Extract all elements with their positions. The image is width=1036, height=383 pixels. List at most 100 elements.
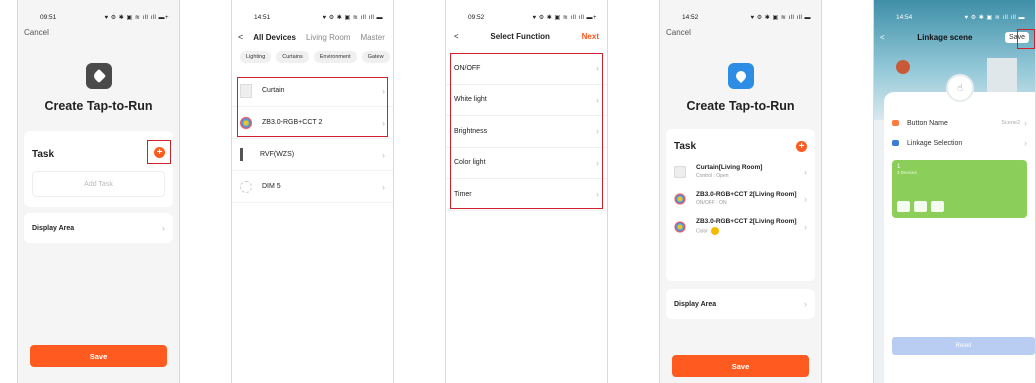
chip-gateway[interactable]: Gatew [361,51,390,63]
status-time: 14:51 [254,13,271,21]
scene-card-subtitle: 3 Devices [897,170,917,175]
task-name: Curtain[Living Room] [696,164,763,171]
scene-device-icons [897,201,944,212]
task-detail: Control : Open [696,173,729,179]
tab-living-room[interactable]: Living Room [306,33,350,42]
status-time: 09:52 [468,13,485,21]
status-bar: 14:54 ♥ ⚙ ✱ ▣ ≋ ıll ıll ▬ [874,8,1035,26]
device-name: DIM 5 [262,183,281,190]
scene-panel: Button Name Scene2 › Linkage Selection ›… [884,92,1035,383]
task-card: Task + Add Task [24,131,173,207]
back-icon[interactable]: < [238,32,243,42]
task-label: Task [674,141,697,152]
button-name-row[interactable]: Button Name Scene2 › [884,114,1035,132]
task-detail: Color [696,228,708,235]
status-time: 14:52 [682,13,699,21]
status-time: 09:51 [40,13,57,21]
task-name: ZB3.0-RGB+CCT 2[Living Room] [696,191,797,198]
chevron-right-icon: › [382,181,385,192]
rgb-light-icon [914,201,927,212]
chevron-right-icon: › [804,166,807,177]
status-bar: 09:52 ♥ ⚙ ✱ ▣ ≋ ıll ıll ▬+ [446,8,607,26]
display-area-label: Display Area [674,300,717,308]
header: < Select Function Next [446,32,607,41]
linkage-selection-row[interactable]: Linkage Selection › [884,134,1035,152]
save-button[interactable]: Save [30,345,167,367]
task-item[interactable]: ZB3.0-RGB+CCT 2[Living Room] ON/OFF : ON … [674,191,807,206]
status-icons: ♥ ⚙ ✱ ▣ ≋ ıll ıll ▬ [750,14,811,21]
rgb-light-icon [674,192,686,205]
chevron-right-icon: › [1024,118,1027,128]
next-button[interactable]: Next [582,32,599,41]
status-bar: 14:51 ♥ ⚙ ✱ ▣ ≋ ıll ıll ▬ [232,8,393,26]
tap-hand-icon: ☝ [946,74,974,102]
header: < Linkage scene Save [874,30,1035,44]
page-title: Linkage scene [917,32,973,42]
add-task-plus-icon[interactable]: + [796,141,807,152]
task-detail: ON/OFF : ON [696,200,727,206]
color-swatch-icon [711,227,720,235]
add-task-button[interactable]: Add Task [32,171,165,197]
room-tabs: < All Devices Living Room Master [232,32,393,42]
task-card: Task + Curtain[Living Room] Control : Ope… [666,129,815,281]
task-item[interactable]: ZB3.0-RGB+CCT 2[Living Room] Color › [674,218,807,235]
highlight-box [450,53,603,209]
page-title: Create Tap-to-Run [686,99,795,113]
lamp-illustration [896,60,910,74]
screenshot-strip: 09:51 ♥ ⚙ ✱ ▣ ≋ ıll ıll ▬+ Cancel Create… [0,0,1036,383]
scene-card[interactable]: 1 3 Devices [892,160,1027,218]
button-name-icon [892,120,899,126]
phone-linkage-scene: 14:54 ♥ ⚙ ✱ ▣ ≋ ıll ıll ▬ < Linkage scen… [873,0,1036,383]
display-area-label: Display Area [32,224,75,232]
chevron-right-icon: › [1024,138,1027,148]
task-name: ZB3.0-RGB+CCT 2[Living Room] [696,218,797,225]
highlight-box [1017,29,1035,49]
reset-button[interactable]: Reset [892,337,1035,355]
device-name: RVF(WZS) [260,151,295,158]
phone-create-tap-to-run: 09:51 ♥ ⚙ ✱ ▣ ≋ ıll ıll ▬+ Cancel Create… [17,0,180,383]
phone-select-function: 09:52 ♥ ⚙ ✱ ▣ ≋ ıll ıll ▬+ < Select Func… [445,0,608,383]
chevron-right-icon: › [382,149,385,160]
status-icons: ♥ ⚙ ✱ ▣ ≋ ıll ıll ▬+ [532,14,597,21]
back-icon[interactable]: < [454,32,459,41]
tag-icon [85,63,112,89]
chevron-right-icon: › [804,221,807,232]
page-title: Create Tap-to-Run [44,99,153,113]
status-icons: ♥ ⚙ ✱ ▣ ≋ ıll ıll ▬ [964,14,1025,21]
location-icon [727,63,754,89]
task-label: Task [32,149,55,160]
rgb-light-icon [674,220,686,233]
chevron-right-icon: › [804,193,807,204]
curtain-icon [897,201,910,212]
function-list: ON/OFF › White light › Brightness › Colo… [446,53,607,211]
tab-master[interactable]: Master [360,33,384,42]
status-icons: ♥ ⚙ ✱ ▣ ≋ ıll ıll ▬ [322,14,383,21]
cancel-button[interactable]: Cancel [18,28,179,37]
chip-curtains[interactable]: Curtains [276,51,309,63]
display-area-row[interactable]: Display Area › [666,289,815,319]
curtain-icon [674,165,686,178]
chip-lighting[interactable]: Lighting [240,51,272,63]
phone-device-list: 14:51 ♥ ⚙ ✱ ▣ ≋ ıll ıll ▬ < All Devices … [231,0,394,383]
linkage-selection-label: Linkage Selection [907,139,963,147]
display-area-row[interactable]: Display Area › [24,213,173,243]
linkage-icon [892,140,899,146]
device-row-dim[interactable]: DIM 5 › [232,171,393,203]
chip-environment[interactable]: Environment [313,51,357,63]
status-icons: ♥ ⚙ ✱ ▣ ≋ ıll ıll ▬+ [104,14,169,21]
chevron-right-icon: › [162,223,165,233]
tab-all-devices[interactable]: All Devices [253,33,296,42]
device-list: Curtain › ZB3.0-RGB+CCT 2 › RVF(WZS) › D… [232,75,393,203]
save-button[interactable]: Save [672,355,809,377]
task-item[interactable]: Curtain[Living Room] Control : Open › [674,164,807,179]
cancel-button[interactable]: Cancel [660,28,821,37]
device-row-rvf[interactable]: RVF(WZS) › [232,139,393,171]
page-title: Select Function [490,32,550,41]
rgb-light-icon [931,201,944,212]
phone-create-tap-to-run-filled: 14:52 ♥ ⚙ ✱ ▣ ≋ ıll ıll ▬ Cancel Create … [659,0,822,383]
status-time: 14:54 [896,13,913,21]
dimmer-icon [240,180,252,193]
status-bar: 09:51 ♥ ⚙ ✱ ▣ ≋ ıll ıll ▬+ [18,8,179,26]
button-name-value: Scene2 [1001,120,1020,126]
highlight-box [237,77,388,137]
